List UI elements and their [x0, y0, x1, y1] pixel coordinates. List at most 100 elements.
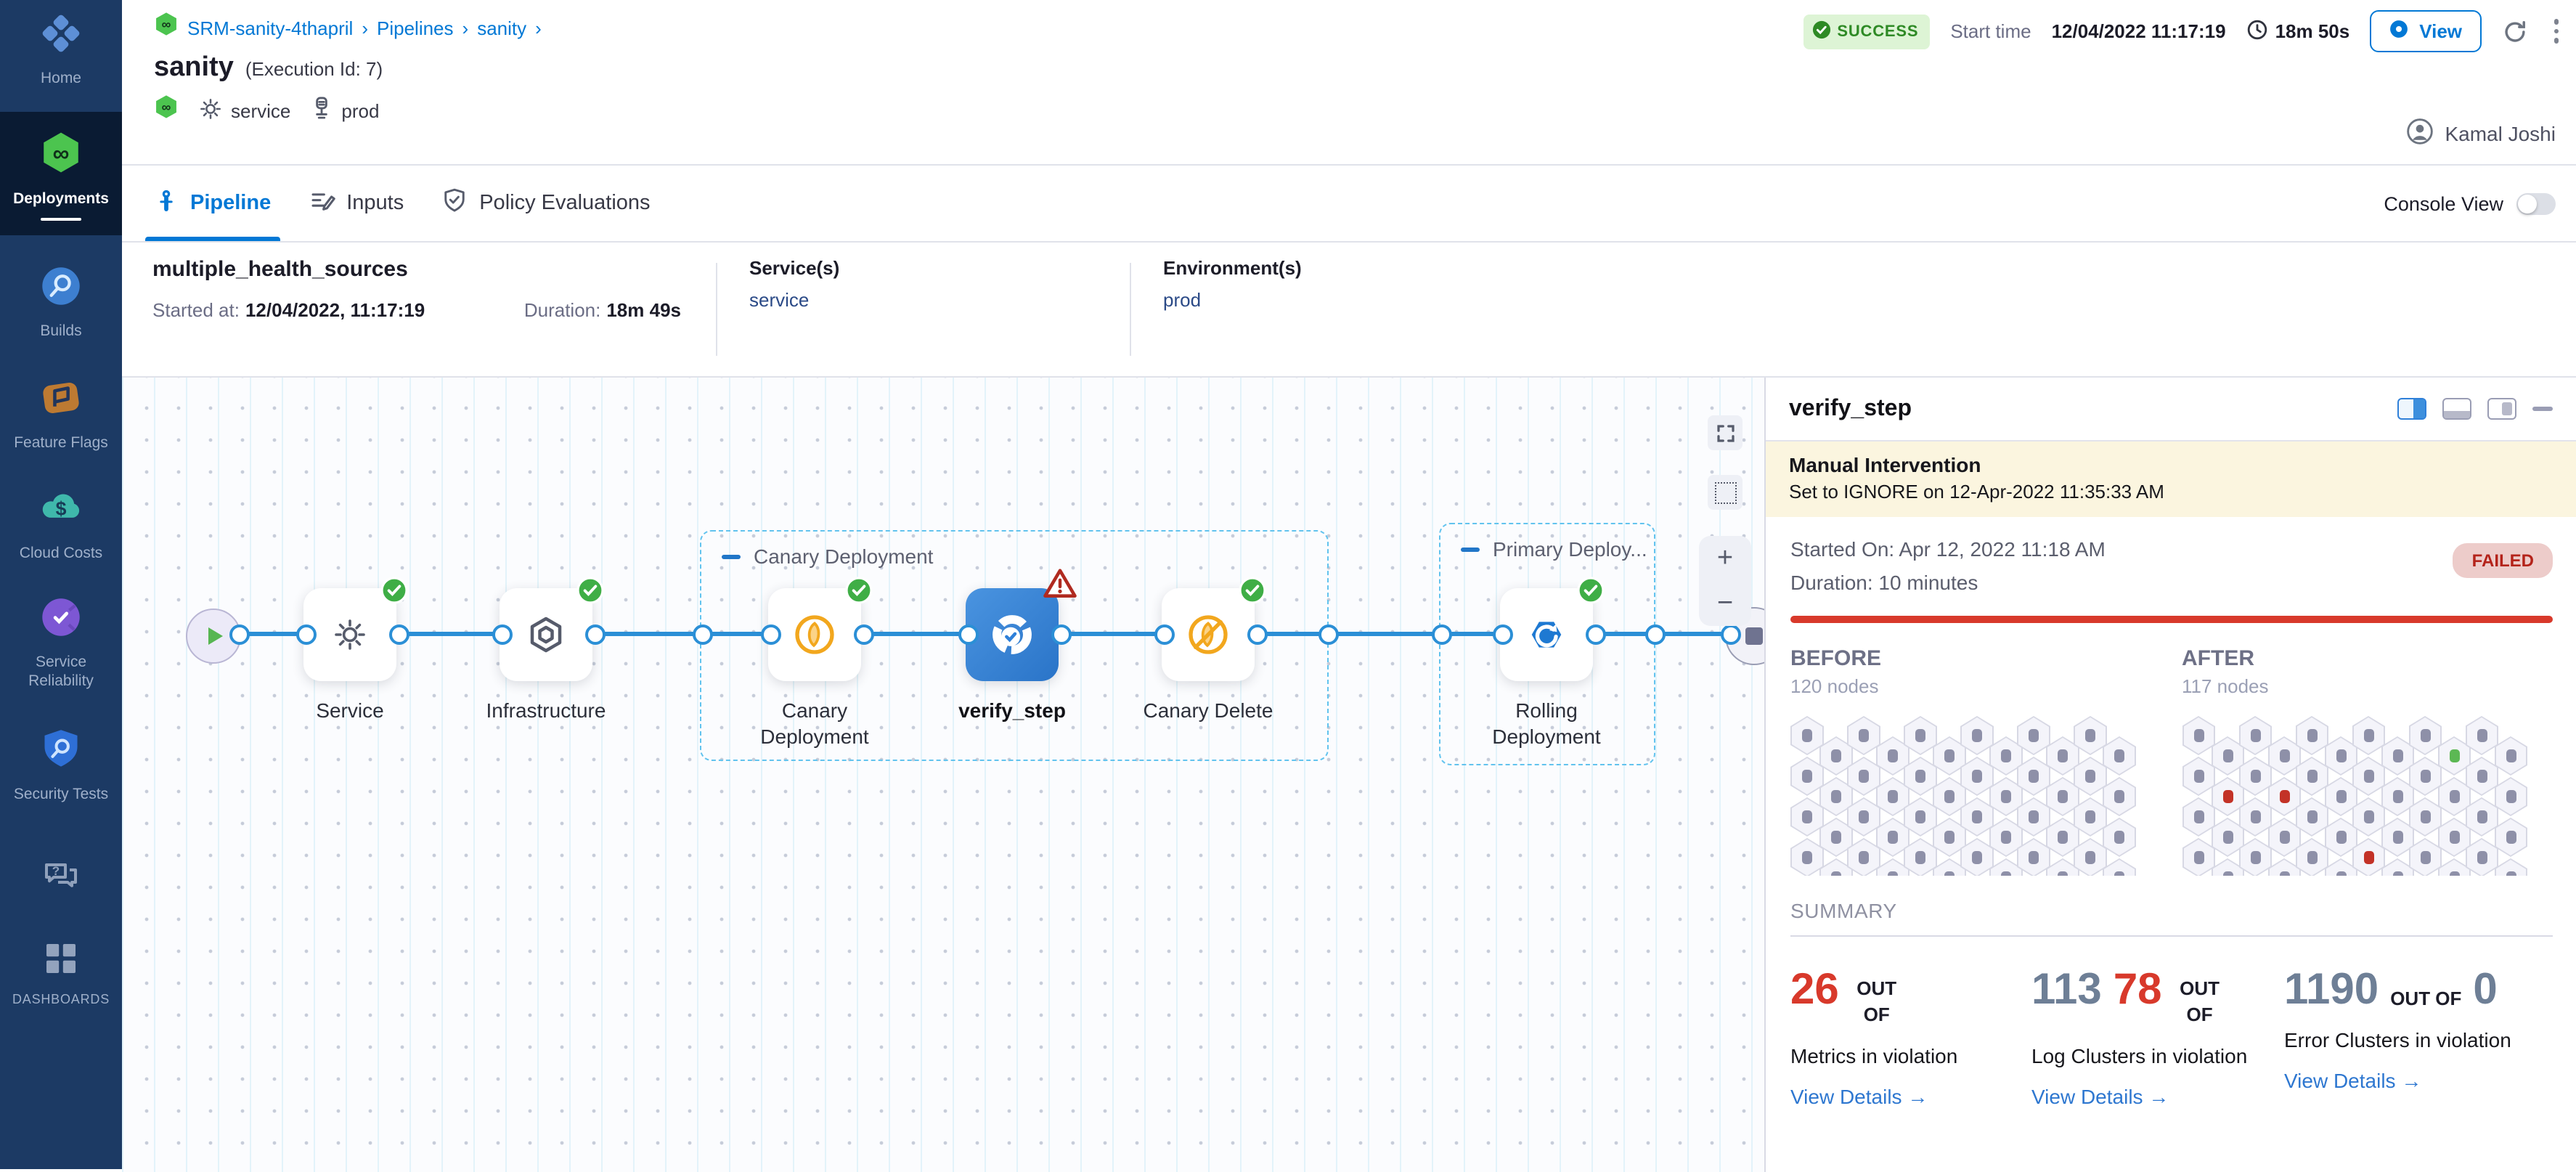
user-name: Kamal Joshi [2445, 122, 2556, 145]
before-node-grid[interactable] [1790, 716, 2161, 876]
duration-value: 18m 49s [606, 299, 681, 321]
pipeline-node-rolling-deployment[interactable] [1500, 588, 1593, 681]
step-duration: Duration: 10 minutes [1790, 571, 2453, 594]
violation-label: Metrics in violation [1790, 1043, 2008, 1071]
execution-id: (Execution Id: 7) [245, 58, 383, 80]
home-icon [39, 12, 83, 62]
connector-port [1247, 624, 1268, 645]
pipeline-node-verify_step[interactable] [966, 588, 1059, 681]
success-badge-icon [576, 577, 604, 604]
after-node-grid[interactable] [2182, 716, 2553, 876]
arrow-right-icon: → [1907, 1086, 1928, 1109]
console-view-toggle[interactable] [2516, 192, 2556, 214]
pipeline-node-infrastructure[interactable] [500, 588, 592, 681]
sidebar-item-builds[interactable]: Builds [0, 264, 122, 341]
sidebar-item-feature-flags[interactable]: Feature Flags [0, 376, 122, 452]
marquee-icon [1714, 481, 1736, 503]
node-hexagon[interactable] [2494, 858, 2527, 876]
svg-text:$: $ [56, 498, 67, 520]
more-options-button[interactable] [2548, 17, 2564, 46]
node-hexagon[interactable] [2494, 777, 2527, 816]
layout-right-drawer-icon[interactable] [2487, 398, 2516, 420]
sidebar-item-home[interactable]: Home [0, 12, 122, 88]
feature-flags-icon [39, 376, 83, 427]
sidebar-item-help[interactable]: ? [0, 854, 122, 902]
workarea: Canary Deployment Primary Deploy... Servic… [122, 378, 2576, 1172]
violation-count: 26 [1790, 969, 1839, 1029]
environment-tag[interactable]: prod [311, 96, 379, 125]
connector-port [492, 624, 513, 645]
breadcrumb-pipeline-link[interactable]: sanity [477, 17, 526, 38]
sidebar-item-service-reliability[interactable]: Service Reliability [0, 595, 122, 690]
node-hexagon[interactable] [2103, 818, 2136, 857]
group-label[interactable]: Canary Deployment [722, 545, 933, 568]
services-value[interactable]: service [749, 289, 1130, 311]
node-hexagon[interactable] [2103, 736, 2136, 776]
node-hexagon[interactable] [2103, 858, 2136, 876]
environments-value[interactable]: prod [1163, 289, 2576, 311]
elapsed-label: 18m 50s [2275, 20, 2350, 42]
connector-port [1432, 624, 1452, 645]
fit-to-screen-button[interactable] [1708, 415, 1743, 450]
start-time-label: Start time [1950, 20, 2031, 42]
refresh-button[interactable] [2501, 18, 2527, 44]
zoom-in-button[interactable]: + [1717, 545, 1733, 572]
rolling-deploy-icon [1523, 611, 1570, 658]
sidebar-item-cloud-costs[interactable]: $Cloud Costs [0, 484, 122, 563]
violation-count: 78 [2114, 969, 2162, 1029]
node-hexagon[interactable] [2103, 777, 2136, 816]
tab-pipeline[interactable]: Pipeline [154, 166, 271, 241]
breadcrumb-pipelines-link[interactable]: Pipelines [377, 17, 454, 38]
zoom-out-button[interactable]: − [1717, 590, 1733, 617]
summary-cards: 26 OUT OF Metrics in violation View Details… [1790, 969, 2553, 1109]
minimize-panel-icon[interactable] [2532, 407, 2553, 411]
pipeline-canvas[interactable]: Canary Deployment Primary Deploy... Servic… [122, 378, 1764, 1172]
total-count: 0 [2473, 969, 2497, 1012]
gear-icon [199, 97, 222, 124]
out-of-label: OUT OF [2174, 969, 2226, 1029]
connector-port [1318, 624, 1339, 645]
view-button[interactable]: View [2370, 10, 2481, 52]
service-tag-label: service [231, 99, 290, 121]
node-label-verify_step: verify_step [925, 697, 1099, 723]
breadcrumb-project-link[interactable]: SRM-sanity-4thapril [187, 17, 353, 38]
help-chat-icon: ? [41, 854, 81, 902]
sidebar-item-dashboards[interactable]: DASHBOARDS [0, 940, 122, 1008]
pipeline-node-service[interactable] [303, 588, 396, 681]
failed-progress-bar [1790, 616, 2553, 623]
tab-inputs[interactable]: Inputs [309, 166, 404, 241]
status-badge: SUCCESS [1803, 14, 1930, 49]
page-title: sanity [154, 52, 234, 84]
summary-card-2: 1190OUT OF0Error Clusters in violationVi… [2284, 969, 2553, 1109]
tab-policy-evaluations[interactable]: Policy Evaluations [441, 166, 650, 241]
sidebar-item-security-tests[interactable]: Security Tests [0, 728, 122, 804]
violation-label: Error Clusters in violation [2284, 1027, 2553, 1054]
environments-label: Environment(s) [1163, 257, 2576, 279]
zoom-controls: +− [1699, 536, 1751, 626]
started-at-value: 12/04/2022, 11:17:19 [245, 299, 425, 321]
view-details-link[interactable]: View Details → [1790, 1086, 2008, 1109]
builds-icon [39, 264, 83, 315]
stage-name: multiple_health_sources [152, 257, 716, 282]
marquee-select-button[interactable] [1708, 475, 1743, 510]
top-header: ∞ SRM-sanity-4thapril › Pipelines › sani… [122, 0, 2576, 166]
view-details-link[interactable]: View Details → [2031, 1086, 2261, 1109]
layout-bottom-split-icon[interactable] [2442, 398, 2471, 420]
manual-intervention-banner: Manual Intervention Set to IGNORE on 12-… [1766, 441, 2576, 517]
node-label-service: Service [263, 697, 437, 723]
collapse-group-icon[interactable] [722, 554, 741, 558]
stage-info-bar: multiple_health_sources Started at: 12/0… [122, 243, 2576, 378]
node-hexagon[interactable] [2494, 736, 2527, 776]
pipeline-node-canary-delete[interactable] [1162, 588, 1255, 681]
sidebar-item-label: Feature Flags [11, 434, 111, 452]
service-tag[interactable]: service [199, 97, 290, 124]
layout-right-split-icon[interactable] [2397, 398, 2426, 420]
sidebar-item-deployments[interactable]: ∞Deployments [0, 111, 122, 235]
policy-icon [441, 187, 468, 219]
view-details-link[interactable]: View Details → [2284, 1069, 2553, 1092]
node-hexagon[interactable] [2494, 818, 2527, 857]
group-label[interactable]: Primary Deploy... [1461, 537, 1647, 561]
pipeline-node-canary-deployment[interactable] [768, 588, 861, 681]
collapse-group-icon[interactable] [1461, 547, 1480, 551]
sidebar-item-label: Service Reliability [0, 654, 122, 690]
